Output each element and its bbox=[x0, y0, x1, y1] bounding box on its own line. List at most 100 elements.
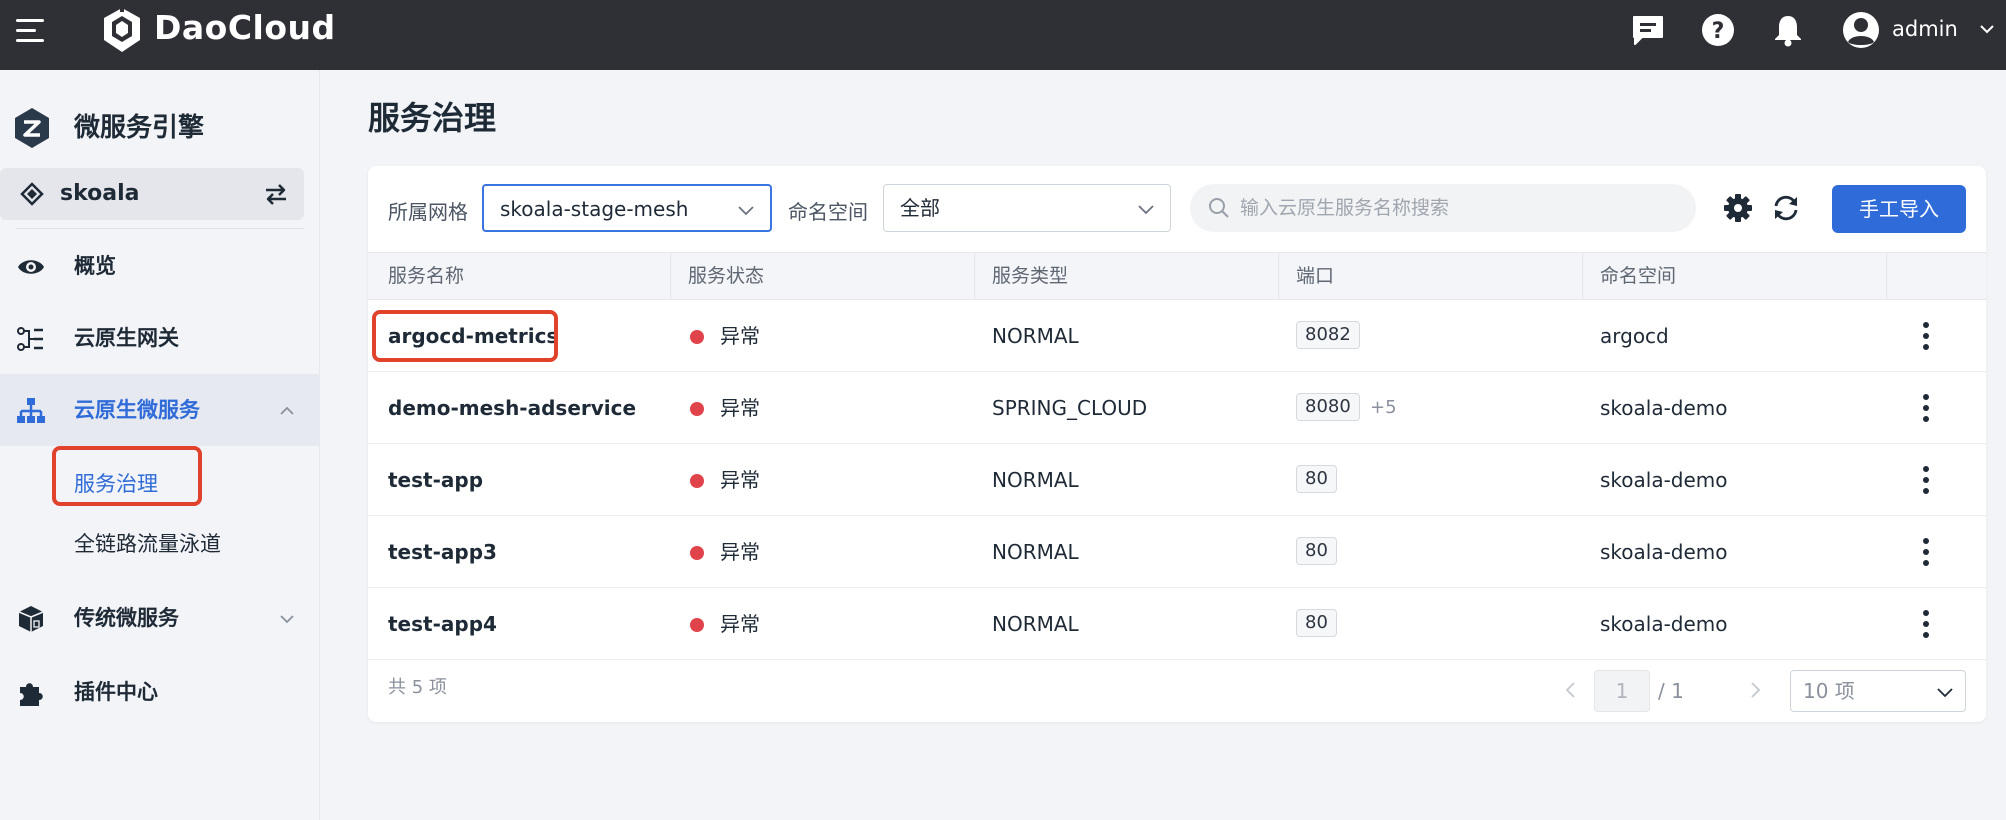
table-row[interactable]: test-app3 异常 NORMAL 80 skoala-demo bbox=[368, 516, 1986, 588]
service-status: 异常 bbox=[720, 396, 760, 420]
help-icon[interactable]: ? bbox=[1700, 12, 1736, 48]
brand-name[interactable]: DaoCloud bbox=[154, 8, 336, 48]
table-row[interactable]: test-app4 异常 NORMAL 80 skoala-demo bbox=[368, 588, 1986, 660]
message-icon[interactable] bbox=[1630, 12, 1666, 48]
status-dot bbox=[690, 474, 704, 488]
service-type: NORMAL bbox=[992, 612, 1079, 636]
sidebar-item-plugin-center[interactable]: 插件中心 bbox=[0, 656, 320, 728]
sidebar-item-label: 插件中心 bbox=[74, 680, 158, 704]
port-tag: 80 bbox=[1296, 537, 1337, 565]
search-icon bbox=[1209, 198, 1229, 218]
chevron-left-icon[interactable] bbox=[1562, 680, 1580, 700]
manual-import-button[interactable]: 手工导入 bbox=[1832, 185, 1966, 233]
chevron-down-icon bbox=[1138, 205, 1154, 215]
service-table-card: 所属网格 skoala-stage-mesh 命名空间 全部 输入云原生服务名称… bbox=[368, 166, 1986, 722]
page-size-select[interactable]: 10 项 bbox=[1790, 670, 1966, 712]
more-actions-icon[interactable] bbox=[1922, 610, 1930, 638]
table-row[interactable]: argocd-metrics 异常 NORMAL 8082 argocd bbox=[368, 300, 1986, 372]
column-divider bbox=[1278, 253, 1279, 299]
puzzle-icon bbox=[20, 683, 43, 706]
sidebar-item-cloud-native-microservice[interactable]: 云原生微服务 bbox=[0, 374, 320, 446]
page-total: / 1 bbox=[1658, 679, 1684, 703]
status-dot bbox=[690, 618, 704, 632]
refresh-icon[interactable] bbox=[1770, 192, 1802, 224]
hierarchy-icon bbox=[17, 398, 45, 423]
service-status: 异常 bbox=[720, 612, 760, 636]
column-header-port[interactable]: 端口 bbox=[1296, 261, 1334, 291]
sidebar-item-overview[interactable]: 概览 bbox=[0, 230, 320, 302]
column-divider bbox=[1886, 253, 1887, 299]
page-number-input[interactable]: 1 bbox=[1594, 670, 1650, 712]
svg-text:?: ? bbox=[1712, 19, 1725, 44]
namespace-select[interactable]: 全部 bbox=[883, 184, 1171, 232]
service-namespace: skoala-demo bbox=[1600, 612, 1728, 636]
search-box[interactable] bbox=[1190, 184, 1696, 232]
service-namespace: skoala-demo bbox=[1600, 396, 1728, 420]
column-divider bbox=[670, 253, 671, 299]
namespace-select-value: 全部 bbox=[900, 196, 940, 220]
chevron-down-icon bbox=[738, 206, 754, 216]
top-bar: DaoCloud ? admin bbox=[0, 0, 2006, 70]
gateway-icon bbox=[17, 327, 43, 351]
mesh-label: 所属网格 bbox=[388, 200, 468, 224]
sidebar-item-traditional-microservice[interactable]: 传统微服务 bbox=[0, 582, 320, 654]
port-tag: 80 bbox=[1296, 609, 1337, 637]
gear-icon[interactable] bbox=[1722, 192, 1754, 224]
chevron-down-icon[interactable] bbox=[278, 610, 296, 628]
more-actions-icon[interactable] bbox=[1922, 538, 1930, 566]
more-actions-icon[interactable] bbox=[1922, 322, 1930, 350]
column-header-name[interactable]: 服务名称 bbox=[388, 261, 464, 291]
workspace-icon bbox=[20, 182, 44, 206]
chevron-up-icon[interactable] bbox=[278, 402, 296, 420]
sidebar-item-label: 传统微服务 bbox=[74, 606, 179, 630]
table-header: 服务名称 服务状态 服务类型 端口 命名空间 bbox=[368, 252, 1986, 300]
namespace-label: 命名空间 bbox=[788, 200, 868, 224]
column-header-status[interactable]: 服务状态 bbox=[688, 261, 764, 291]
column-header-type[interactable]: 服务类型 bbox=[992, 261, 1068, 291]
sidebar-subitem-traffic-lane[interactable]: 全链路流量泳道 bbox=[74, 528, 221, 560]
sidebar-item-cloud-native-gateway[interactable]: 云原生网关 bbox=[0, 302, 320, 374]
service-name-link[interactable]: demo-mesh-adservice bbox=[388, 392, 636, 424]
swap-icon[interactable] bbox=[262, 180, 290, 208]
service-name-link[interactable]: test-app4 bbox=[388, 608, 497, 640]
sidebar-item-label: 云原生微服务 bbox=[74, 398, 200, 422]
chevron-right-icon[interactable] bbox=[1746, 680, 1764, 700]
menu-icon[interactable] bbox=[16, 19, 46, 43]
column-header-namespace[interactable]: 命名空间 bbox=[1600, 261, 1676, 291]
total-count: 共 5 项 bbox=[388, 677, 447, 698]
microservice-engine-logo bbox=[15, 108, 49, 148]
page-size-value: 10 项 bbox=[1803, 679, 1855, 703]
sidebar-item-label: 概览 bbox=[74, 254, 116, 278]
table-row[interactable]: demo-mesh-adservice 异常 SPRING_CLOUD 8080… bbox=[368, 372, 1986, 444]
status-dot bbox=[690, 330, 704, 344]
sidebar-divider bbox=[16, 228, 304, 229]
daocloud-logo[interactable] bbox=[100, 6, 144, 54]
mesh-select[interactable]: skoala-stage-mesh bbox=[482, 184, 772, 232]
column-divider bbox=[974, 253, 975, 299]
more-actions-icon[interactable] bbox=[1922, 394, 1930, 422]
chevron-down-icon bbox=[1937, 688, 1953, 698]
port-extra-count[interactable]: +5 bbox=[1370, 392, 1397, 424]
service-status: 异常 bbox=[720, 540, 760, 564]
port-tag: 8080 bbox=[1296, 393, 1360, 421]
status-dot bbox=[690, 402, 704, 416]
status-dot bbox=[690, 546, 704, 560]
search-input[interactable] bbox=[1240, 192, 1680, 224]
mesh-select-value: skoala-stage-mesh bbox=[500, 197, 689, 221]
service-namespace: skoala-demo bbox=[1600, 540, 1728, 564]
more-actions-icon[interactable] bbox=[1922, 466, 1930, 494]
service-name-link[interactable]: test-app bbox=[388, 464, 483, 496]
service-status: 异常 bbox=[720, 468, 760, 492]
user-avatar-icon[interactable] bbox=[1842, 11, 1880, 49]
chevron-down-icon[interactable] bbox=[1978, 20, 1996, 38]
workspace-switcher[interactable]: skoala bbox=[0, 168, 304, 220]
service-type: SPRING_CLOUD bbox=[992, 396, 1148, 420]
service-name-link[interactable]: test-app3 bbox=[388, 536, 497, 568]
bell-icon[interactable] bbox=[1770, 12, 1806, 48]
service-type: NORMAL bbox=[992, 468, 1079, 492]
table-row[interactable]: test-app 异常 NORMAL 80 skoala-demo bbox=[368, 444, 1986, 516]
service-status: 异常 bbox=[720, 324, 760, 348]
user-name[interactable]: admin bbox=[1892, 14, 1958, 44]
column-divider bbox=[1582, 253, 1583, 299]
eye-icon bbox=[18, 260, 44, 274]
